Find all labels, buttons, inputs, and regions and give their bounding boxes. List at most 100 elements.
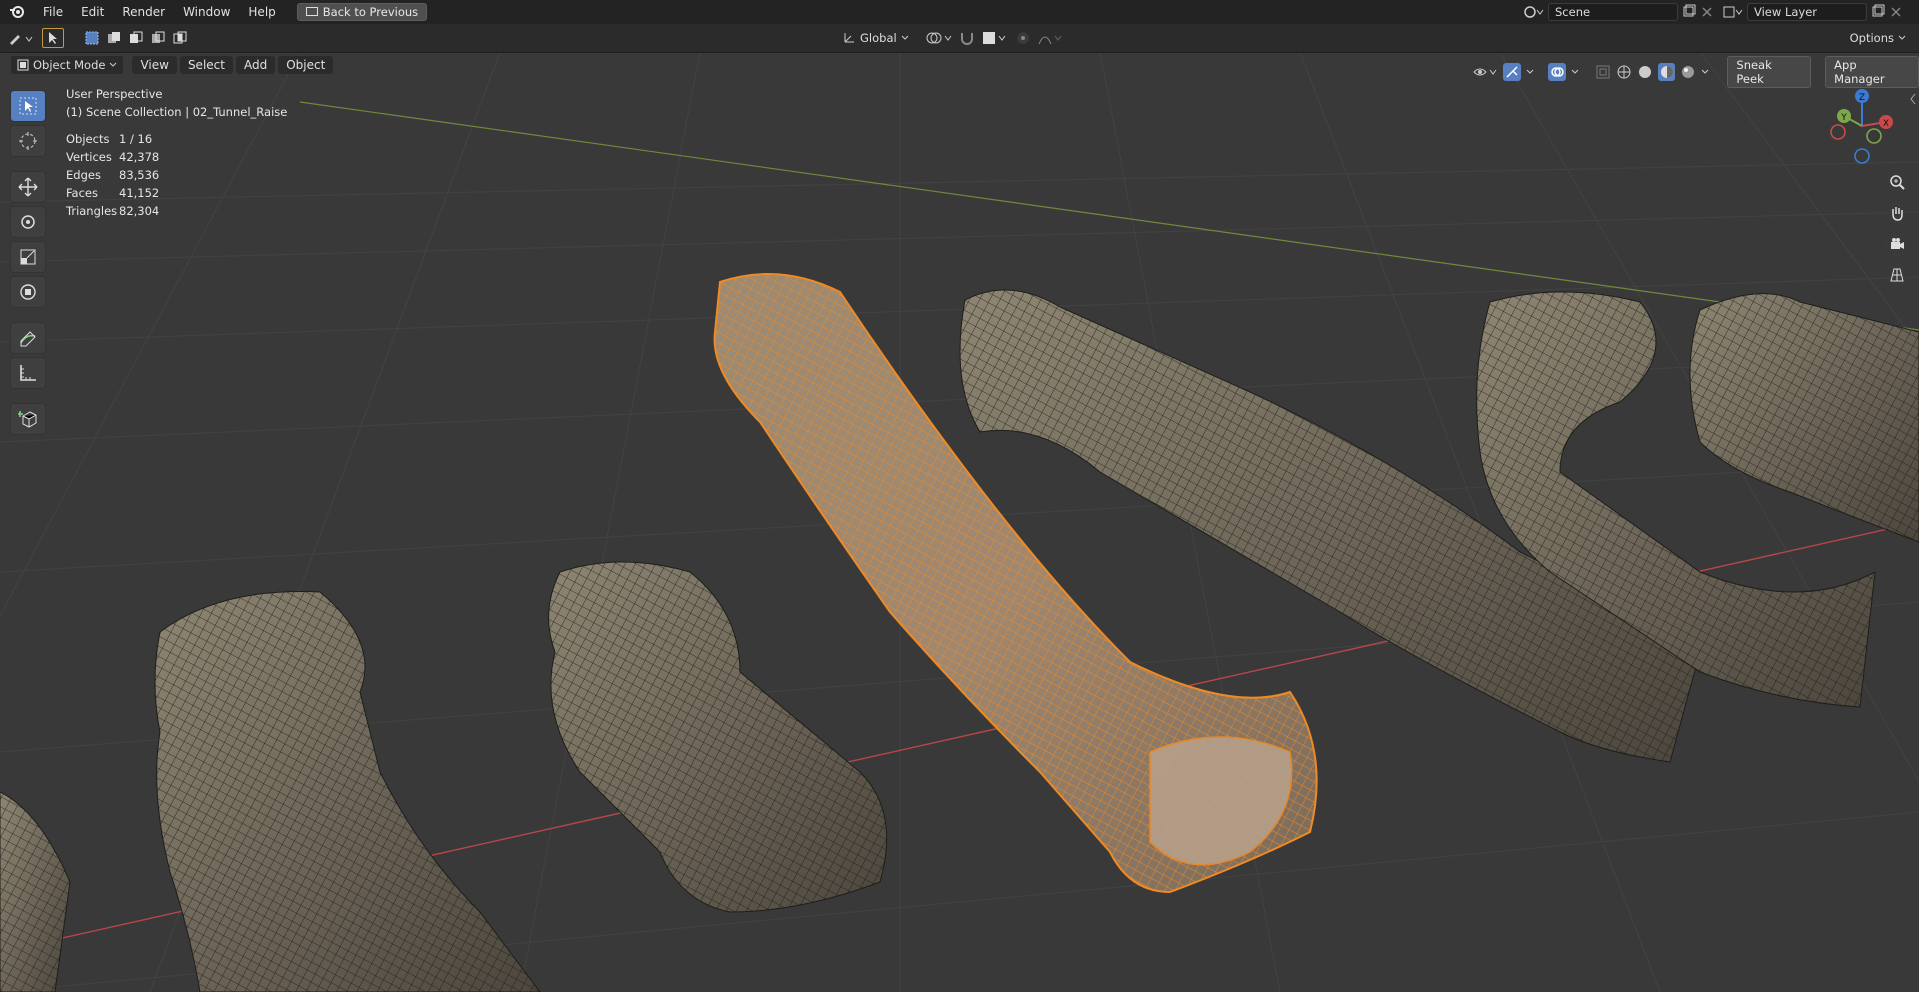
scene-statistics: Objects 1 / 16 Vertices 42,378 Edges 83,536… [66,130,159,220]
stat-label: Edges [66,168,101,182]
menu-edit[interactable]: Edit [72,0,113,24]
screen-icon [305,7,318,17]
stat-value: 41,152 [119,186,160,200]
stat-row: Objects 1 / 16 [66,130,159,148]
sneak-peek-button[interactable]: Sneak Peek [1727,56,1812,88]
stat-label: Vertices [66,150,112,164]
perspective-label: User Perspective [66,87,163,101]
proportional-edit-icon[interactable] [1015,30,1031,46]
gizmo-z-label: Z [1859,93,1865,103]
tunnel-mesh [548,561,888,913]
annotate-tool[interactable] [10,322,46,354]
new-view-layer-icon[interactable] [1870,4,1886,20]
object-mode-icon [17,59,29,71]
grid-perspective-icon [1889,267,1905,283]
hand-icon [1889,205,1905,221]
select-new-icon[interactable] [84,30,100,46]
chevron-down-icon[interactable] [1526,69,1534,75]
transform-orientation-dropdown[interactable]: Global [835,28,919,48]
tunnel-mesh [0,791,71,992]
close-scene-icon[interactable] [1700,5,1714,19]
gizmo-y-label: Y [1840,113,1847,123]
overlay-toggle-icon[interactable] [1547,63,1566,81]
scene-icon[interactable] [1523,4,1545,20]
perspective-toggle-button[interactable] [1885,263,1909,287]
stat-row: Triangles 82,304 [66,202,159,220]
chevron-down-icon [901,35,909,41]
solid-shading-icon[interactable] [1637,64,1653,80]
stat-label: Faces [66,186,98,200]
visibility-eye-icon[interactable] [1472,64,1498,80]
transform-tool[interactable] [10,276,46,308]
app-manager-button[interactable]: App Manager [1825,56,1919,88]
menu-render[interactable]: Render [113,0,174,24]
falloff-curve-icon[interactable] [1037,30,1065,46]
rotate-icon [18,212,38,232]
add-cube-tool[interactable] [10,403,46,435]
select-invert-icon[interactable] [150,30,166,46]
stat-label: Objects [66,132,110,146]
viewport-info: User Perspective (1) Scene Collection | … [66,85,287,121]
select-tool-icon[interactable] [42,28,64,48]
back-to-previous-button[interactable]: Back to Previous [296,3,428,21]
cursor-tool[interactable] [10,125,46,157]
gizmo-toggle-icon[interactable] [1503,63,1521,81]
select-menu[interactable]: Select [179,56,233,74]
add-menu[interactable]: Add [235,56,276,74]
orientation-axes-icon [842,31,856,45]
ruler-icon [18,363,38,383]
chevron-down-icon[interactable] [1571,69,1579,75]
pivot-point-icon[interactable] [925,30,953,46]
new-scene-icon[interactable] [1681,4,1697,20]
rendered-shading-icon[interactable] [1680,64,1696,80]
zoom-button[interactable] [1885,170,1909,194]
view-layer-icon[interactable] [1722,4,1744,20]
add-cube-icon [18,409,38,429]
tool-shelf [8,87,46,438]
scene-field[interactable]: Scene [1548,3,1678,21]
pan-button[interactable] [1885,201,1909,225]
rotate-tool[interactable] [10,206,46,238]
tunnel-mesh [154,591,541,992]
xray-toggle-icon[interactable] [1595,64,1611,80]
stat-value: 1 / 16 [119,132,153,146]
view-menu[interactable]: View [132,56,177,74]
chevron-down-icon[interactable] [1701,69,1709,75]
view-layer-field[interactable]: View Layer [1747,3,1867,21]
y-axis-line [299,101,1919,331]
select-intersect-icon[interactable] [172,30,188,46]
navigation-gizmo[interactable]: Z X Y [1828,86,1896,166]
camera-view-button[interactable] [1885,232,1909,256]
editor-type-icon[interactable] [8,29,36,47]
sidebar-collapse-arrow[interactable] [1908,92,1918,106]
3d-viewport[interactable] [0,52,1919,992]
stat-value: 82,304 [119,204,160,218]
mode-dropdown[interactable]: Object Mode [10,55,125,75]
options-dropdown[interactable]: Options [1842,28,1913,48]
select-extend-icon[interactable] [106,30,122,46]
snap-magnet-icon[interactable] [959,30,975,46]
measure-tool[interactable] [10,357,46,389]
material-preview-shading-icon[interactable] [1657,63,1676,81]
wireframe-shading-icon[interactable] [1616,64,1632,80]
menu-file[interactable]: File [34,0,72,24]
pencil-icon [18,328,38,348]
object-menu[interactable]: Object [278,56,334,74]
transform-icon [18,282,38,302]
transform-orientation-label: Global [860,31,897,45]
move-arrows-icon [18,177,38,197]
menu-help[interactable]: Help [239,0,284,24]
stat-row: Vertices 42,378 [66,148,159,166]
blender-logo-icon[interactable] [0,4,34,20]
move-tool[interactable] [10,171,46,203]
menu-window[interactable]: Window [174,0,239,24]
chevron-down-icon [1898,35,1906,41]
select-box-tool[interactable] [10,90,46,122]
select-subtract-icon[interactable] [128,30,144,46]
stat-value: 42,378 [119,150,160,164]
close-view-layer-icon[interactable] [1889,5,1903,19]
scale-tool[interactable] [10,241,46,273]
stat-value: 83,536 [119,168,160,182]
top-menu-bar: File Edit Render Window Help Back to Pre… [0,0,1919,24]
snap-element-icon[interactable] [981,30,1009,46]
